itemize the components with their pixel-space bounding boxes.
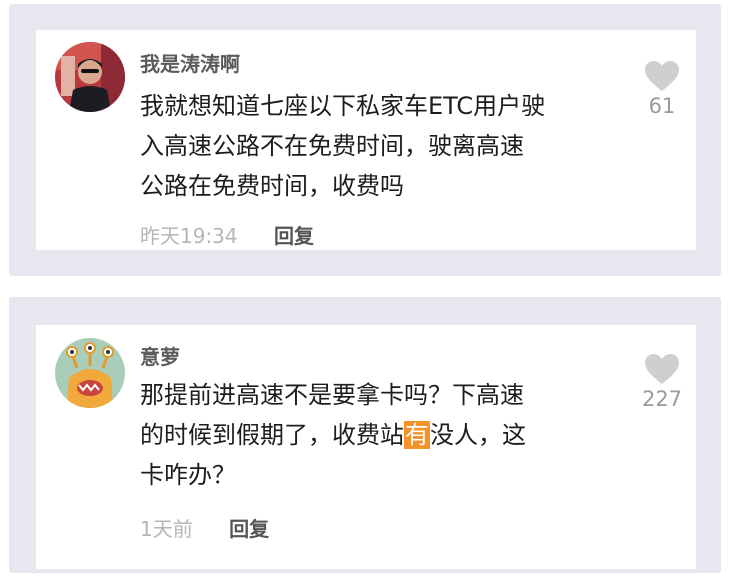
comment-line: 卡咋办？ — [140, 461, 236, 489]
comment-panel-1: 我是涛涛啊 我就想知道七座以下私家车ETC用户驶 入高速公路不在免费时间，驶离高… — [9, 4, 721, 276]
person-photo-avatar — [55, 42, 125, 112]
comment-meta: 1天前 回复 — [140, 513, 269, 542]
comment-meta: 昨天19:34 回复 — [140, 220, 314, 249]
like-count: 227 — [641, 387, 683, 411]
comment-line: 那提前进高速不是要拿卡吗？下高速 — [140, 381, 524, 409]
comment-panel-2: 意萝 那提前进高速不是要拿卡吗？下高速 的时候到假期了，收费站有没人，这 卡咋办… — [9, 297, 721, 573]
highlighted-word[interactable]: 有 — [404, 421, 430, 449]
heart-icon — [645, 61, 679, 91]
comment-line: 的时候到假期了，收费站有没人，这 — [140, 415, 620, 455]
cartoon-monster-avatar — [55, 338, 125, 408]
comment-timestamp: 1天前 — [140, 517, 193, 541]
comment-card: 我是涛涛啊 我就想知道七座以下私家车ETC用户驶 入高速公路不在免费时间，驶离高… — [36, 30, 696, 250]
comment-line: 公路在免费时间，收费吗 — [140, 172, 404, 200]
like-count: 61 — [648, 94, 676, 118]
username[interactable]: 意萝 — [140, 341, 180, 370]
like-button[interactable]: 61 — [640, 60, 684, 118]
username[interactable]: 我是涛涛啊 — [140, 48, 240, 77]
comment-text-segment: 没人，这 — [430, 421, 526, 449]
heart-icon — [645, 354, 679, 384]
comment-line: 入高速公路不在免费时间，驶离高速 — [140, 132, 524, 160]
comment-line: 我就想知道七座以下私家车ETC用户驶 — [140, 92, 546, 120]
comment-text-segment: 的时候到假期了，收费站 — [140, 421, 404, 449]
comment-timestamp: 昨天19:34 — [140, 224, 238, 248]
like-button[interactable]: 227 — [640, 353, 684, 411]
comment-text: 那提前进高速不是要拿卡吗？下高速 的时候到假期了，收费站有没人，这 卡咋办？ — [140, 375, 620, 495]
comment-card: 意萝 那提前进高速不是要拿卡吗？下高速 的时候到假期了，收费站有没人，这 卡咋办… — [36, 325, 696, 569]
avatar[interactable] — [55, 338, 125, 408]
reply-button[interactable]: 回复 — [229, 513, 269, 542]
avatar[interactable] — [55, 42, 125, 112]
comment-text: 我就想知道七座以下私家车ETC用户驶 入高速公路不在免费时间，驶离高速 公路在免… — [140, 86, 620, 206]
reply-button[interactable]: 回复 — [274, 220, 314, 249]
